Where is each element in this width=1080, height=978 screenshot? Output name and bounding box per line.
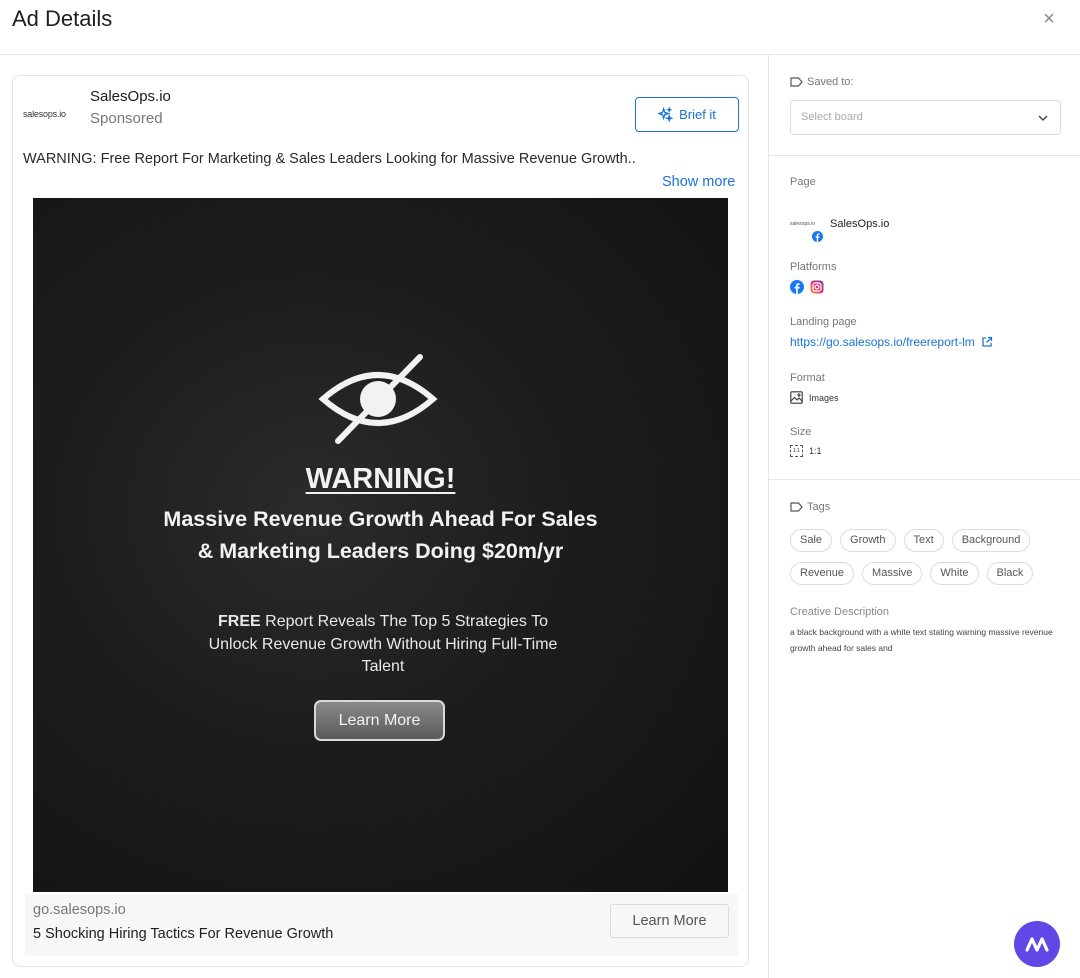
chevron-down-icon xyxy=(1038,115,1048,121)
modal-title: Ad Details xyxy=(12,6,113,31)
learn-more-button[interactable]: Learn More xyxy=(610,904,729,938)
creative-warning-title: WARNING! xyxy=(305,463,456,495)
image-icon xyxy=(790,391,803,404)
size-label: Size xyxy=(790,426,812,438)
tag-icon xyxy=(790,502,803,512)
details-sidebar: Saved to: Select board Page salesops.io … xyxy=(768,55,1080,978)
landing-page-link[interactable]: https://go.salesops.io/freereport-lm xyxy=(790,335,993,349)
divider xyxy=(769,155,1080,156)
format-row: Images xyxy=(790,391,839,404)
page-label: Page xyxy=(790,176,816,188)
tag-chip[interactable]: Text xyxy=(903,529,944,552)
tags-text: Tags xyxy=(807,501,831,513)
instagram-icon xyxy=(810,280,824,294)
brand-name[interactable]: SalesOps.io xyxy=(90,88,171,105)
tag-chip[interactable]: White xyxy=(930,562,979,585)
saved-to-text: Saved to: xyxy=(807,76,854,88)
size-row: 1:1 1:1 xyxy=(790,445,822,457)
logo-icon xyxy=(1025,937,1049,952)
creative-sub-rest: Report Reveals The Top 5 Strategies To U… xyxy=(208,613,558,675)
page-logo: salesops.io xyxy=(790,221,816,227)
creative-subtext: FREE Report Reveals The Top 5 Strategies… xyxy=(203,611,563,679)
sparkle-icon xyxy=(658,107,674,122)
board-select-placeholder: Select board xyxy=(801,111,863,123)
tag-icon xyxy=(790,77,803,87)
close-icon[interactable]: × xyxy=(1040,8,1058,30)
tag-chip[interactable]: Sale xyxy=(790,529,833,552)
ad-card: salesops.io SalesOps.io Sponsored Brief … xyxy=(12,75,749,967)
page-name[interactable]: SalesOps.io xyxy=(830,218,889,230)
footer-headline: 5 Shocking Hiring Tactics For Revenue Gr… xyxy=(33,926,334,942)
size-value: 1:1 xyxy=(809,446,822,456)
facebook-icon xyxy=(812,231,823,242)
brief-it-button[interactable]: Brief it xyxy=(635,97,739,132)
tag-chip[interactable]: Massive xyxy=(862,562,923,585)
creative-description: a black background with a white text sta… xyxy=(790,627,1053,653)
landing-page-url: https://go.salesops.io/freereport-lm xyxy=(790,335,975,349)
landing-page-label: Landing page xyxy=(790,316,857,328)
eye-slash-icon xyxy=(318,354,438,444)
modal-header: Ad Details × xyxy=(0,0,1080,55)
ad-footer: go.salesops.io 5 Shocking Hiring Tactics… xyxy=(25,894,738,956)
board-select[interactable]: Select board xyxy=(790,100,1061,135)
platforms-label: Platforms xyxy=(790,261,837,273)
footer-domain: go.salesops.io xyxy=(33,902,126,918)
format-value: Images xyxy=(809,392,839,403)
tag-chip[interactable]: Growth xyxy=(840,529,896,552)
sponsored-label: Sponsored xyxy=(90,110,163,127)
ad-creative-image: WARNING! Massive Revenue Growth Ahead Fo… xyxy=(33,198,728,892)
format-label: Format xyxy=(790,372,825,384)
tag-chip[interactable]: Black xyxy=(986,562,1034,585)
creative-headline: Massive Revenue Growth Ahead For Sales &… xyxy=(163,507,598,563)
facebook-icon xyxy=(790,280,804,294)
brand-logo: salesops.io xyxy=(23,109,66,119)
tag-chip[interactable]: Background xyxy=(951,529,1031,552)
assistant-fab-button[interactable] xyxy=(1014,921,1060,967)
ad-primary-text: WARNING: Free Report For Marketing & Sal… xyxy=(23,151,636,167)
aspect-ratio-icon: 1:1 xyxy=(790,445,803,457)
tags-label: Tags xyxy=(790,501,830,513)
saved-to-label: Saved to: xyxy=(790,76,853,88)
external-link-icon xyxy=(982,336,992,347)
tags-list: Sale Growth Text Background Revenue Mass… xyxy=(790,529,1070,585)
creative-cta-graphic: Learn More xyxy=(314,700,445,741)
creative-description-label: Creative Description xyxy=(790,606,890,618)
divider xyxy=(769,479,1080,480)
ad-preview-panel: salesops.io SalesOps.io Sponsored Brief … xyxy=(0,55,768,978)
brief-it-label: Brief it xyxy=(679,107,716,122)
show-more-link[interactable]: Show more xyxy=(662,174,735,190)
tag-chip[interactable]: Revenue xyxy=(790,562,855,585)
creative-sub-bold: FREE xyxy=(218,613,261,630)
